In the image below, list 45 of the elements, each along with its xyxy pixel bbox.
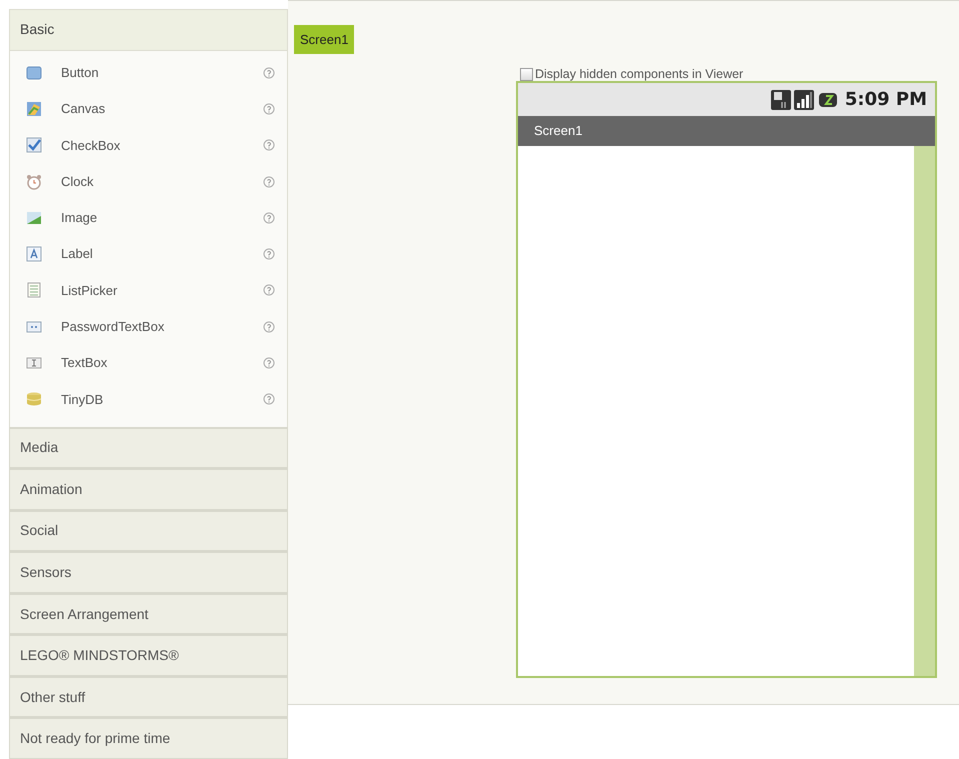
letter-a-icon: [26, 246, 42, 262]
component-item[interactable]: ListPicker: [61, 280, 263, 300]
clock-time: 5:09 PM: [844, 88, 927, 112]
signal-icon: [794, 90, 814, 110]
category-header[interactable]: Animation: [9, 468, 288, 510]
category-header[interactable]: Screen Arrangement: [9, 592, 288, 634]
help-icon[interactable]: [263, 176, 275, 188]
help-icon[interactable]: [263, 393, 275, 406]
image-icon: [26, 210, 42, 226]
help-icon[interactable]: [263, 357, 275, 370]
palette-icon: [26, 100, 42, 117]
component-item[interactable]: Clock: [61, 172, 263, 192]
help-icon[interactable]: [263, 320, 275, 333]
screen-tab[interactable]: Screen1: [294, 25, 354, 54]
component-item[interactable]: TinyDB: [61, 390, 263, 410]
checkbox-label: Display hidden components in Viewer: [535, 66, 744, 83]
category-header[interactable]: Other stuff: [9, 676, 288, 718]
category-header[interactable]: Basic: [9, 9, 288, 51]
component-item[interactable]: CheckBox: [61, 136, 263, 156]
component-item[interactable]: TextBox: [61, 353, 263, 373]
alarm-clock-icon: [26, 174, 42, 190]
checkbox[interactable]: [520, 68, 533, 80]
category-header[interactable]: Media: [9, 426, 288, 468]
category-header[interactable]: Social: [9, 510, 288, 552]
help-icon[interactable]: [263, 66, 275, 79]
category-header[interactable]: Not ready for prime time: [9, 717, 288, 759]
text-field-icon: [26, 355, 42, 372]
help-icon[interactable]: [263, 102, 275, 115]
component-item[interactable]: Image: [61, 208, 263, 228]
component-item[interactable]: Canvas: [61, 99, 263, 119]
checkbox-icon: [26, 137, 42, 154]
help-icon[interactable]: [263, 248, 275, 260]
category-header[interactable]: Sensors: [9, 551, 288, 593]
help-icon[interactable]: [263, 212, 275, 224]
help-icon[interactable]: [263, 139, 275, 152]
button-icon: [26, 64, 42, 81]
password-field-icon: [26, 318, 42, 335]
screen-title: Screen1: [534, 122, 582, 140]
database-icon: [26, 391, 42, 408]
component-item[interactable]: Button: [61, 62, 263, 82]
component-item[interactable]: Label: [61, 244, 263, 264]
help-icon[interactable]: [263, 284, 275, 296]
category-header[interactable]: LEGO® MINDSTORMS®: [9, 634, 288, 676]
component-item[interactable]: PasswordTextBox: [61, 317, 263, 337]
list-icon: [26, 282, 42, 298]
